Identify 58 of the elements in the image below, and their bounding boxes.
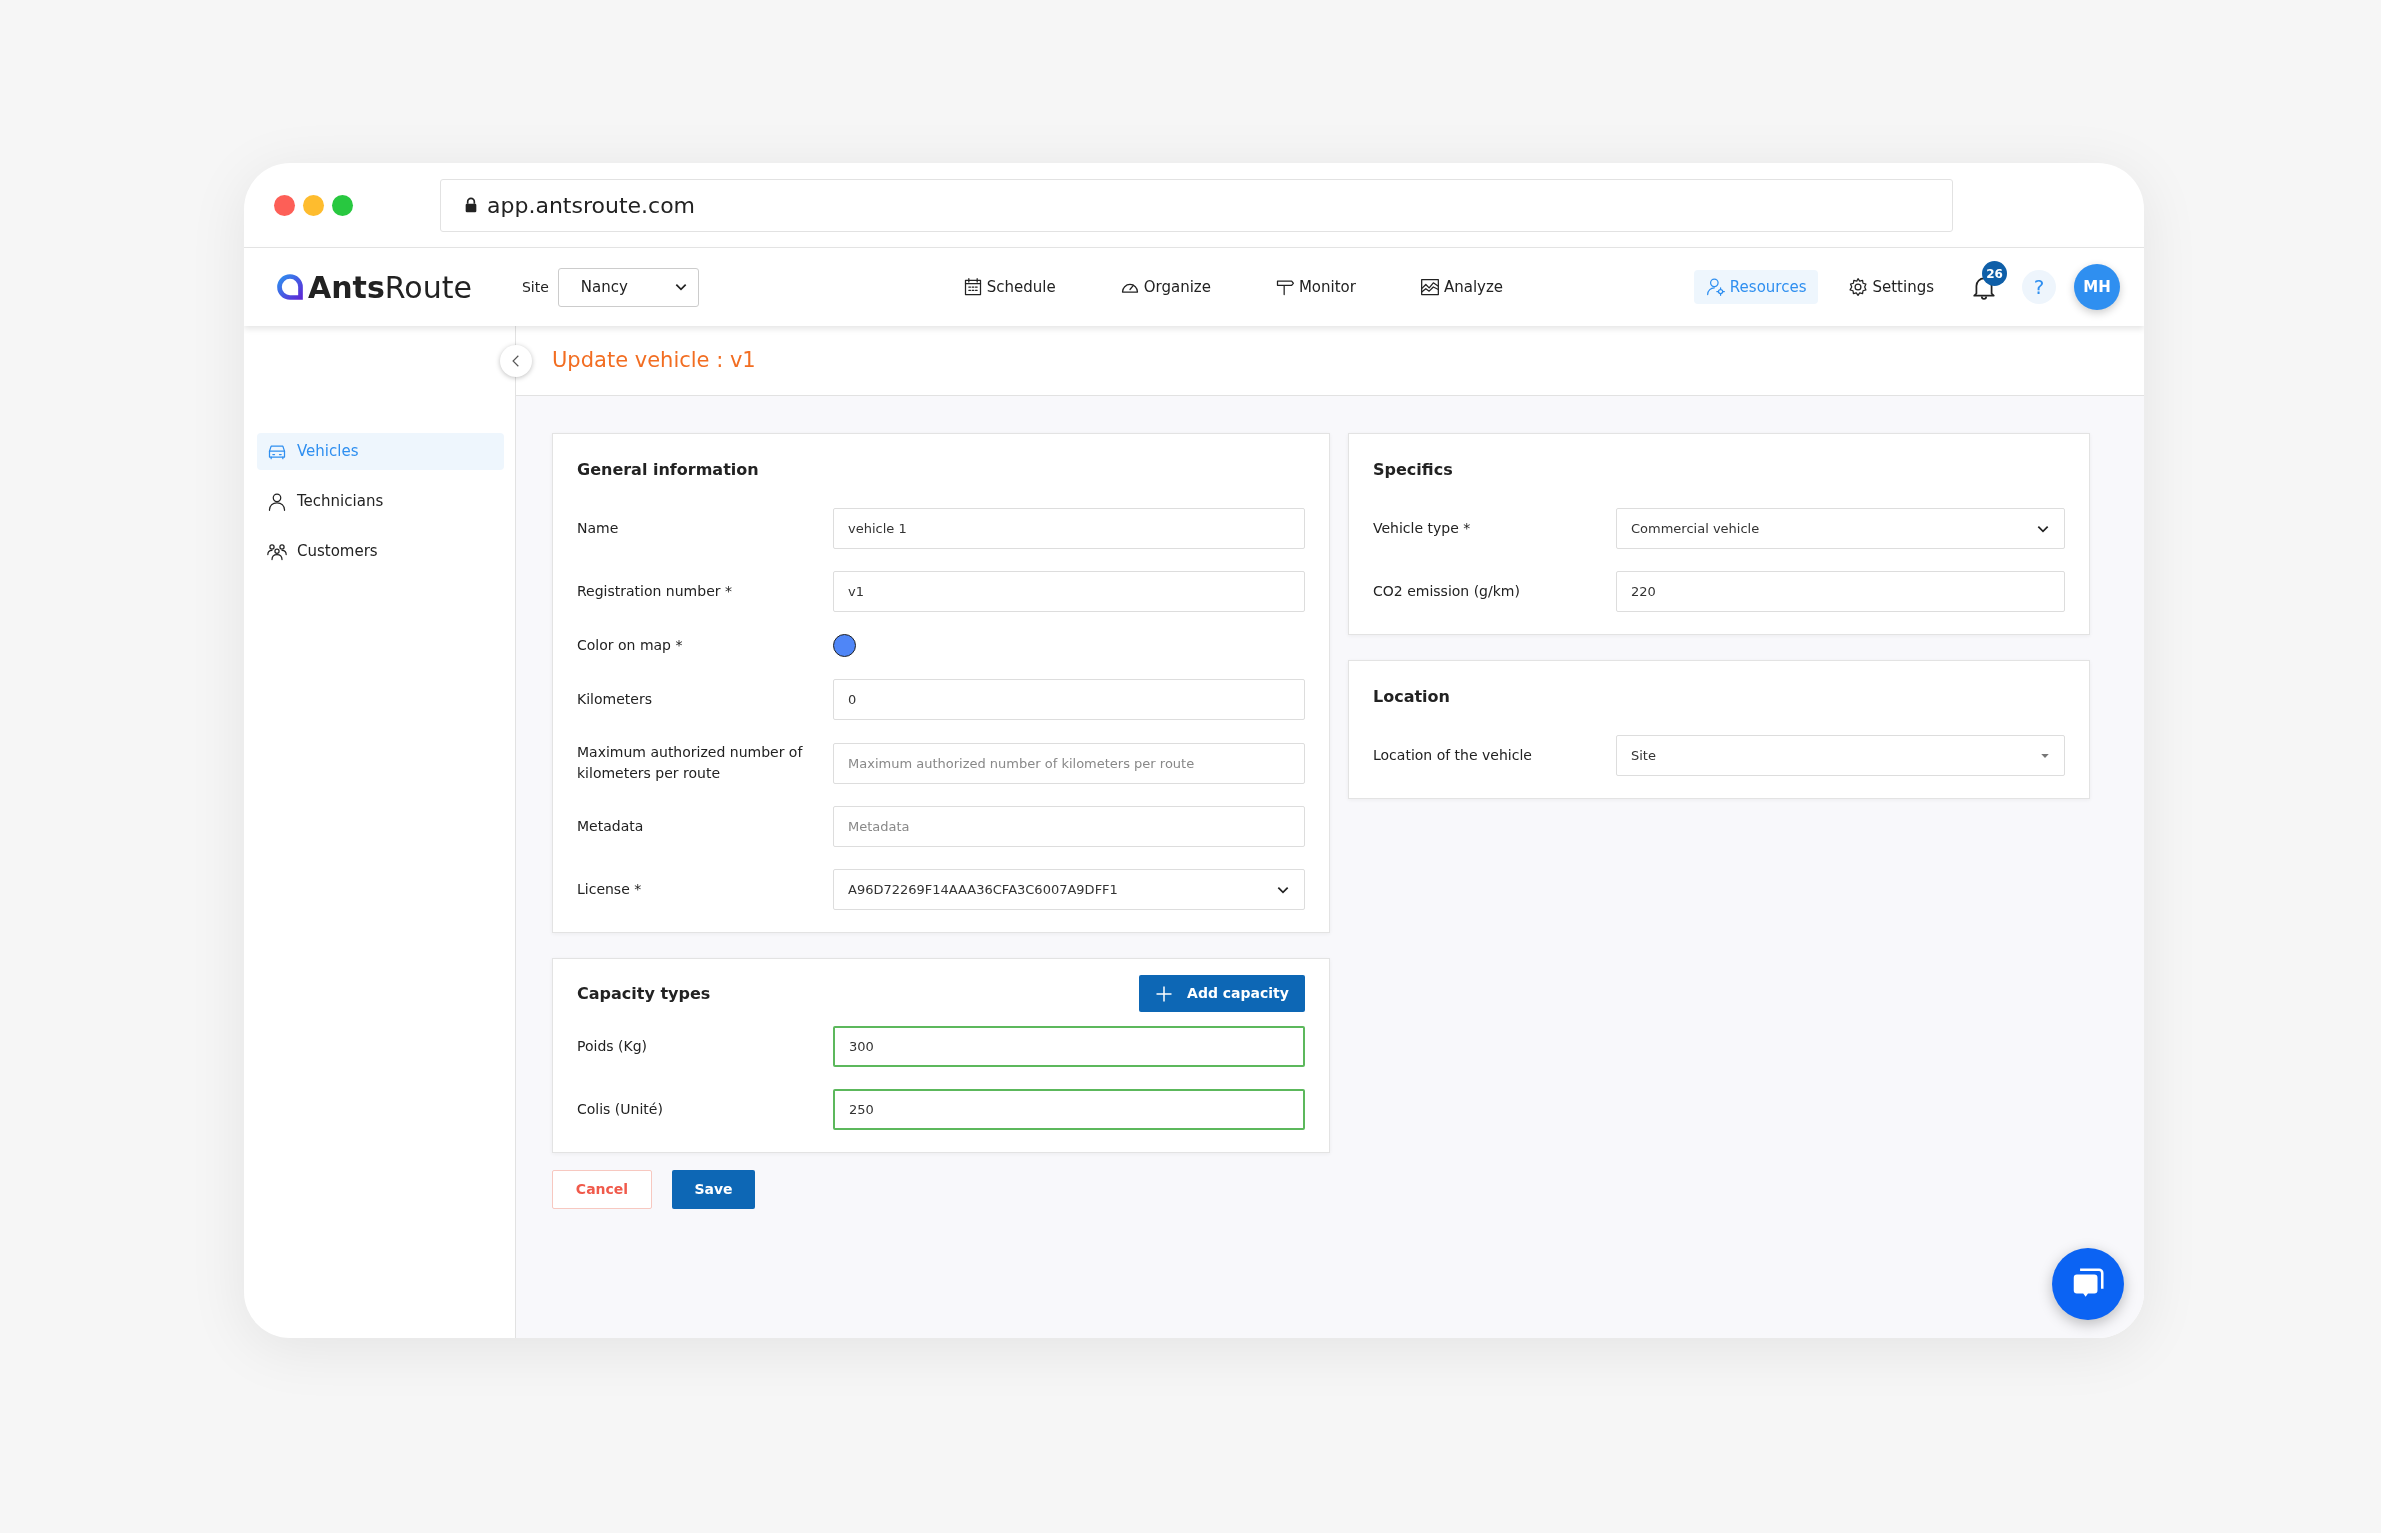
field-label: Name — [577, 519, 620, 538]
select-field[interactable]: Commercial vehicle — [1616, 508, 2065, 549]
page-title: Update vehicle : v1 — [552, 346, 756, 374]
nav-tab[interactable]: Settings — [1836, 269, 1946, 305]
chart-icon — [1419, 277, 1440, 297]
field-label: Location of the vehicle — [1373, 746, 1533, 765]
site-select[interactable]: Nancy — [557, 267, 699, 307]
input-field[interactable]: v1 — [833, 571, 1305, 612]
input-field[interactable]: Maximum authorized number of kilometers per route — [833, 742, 1305, 784]
select-field[interactable]: Site — [1616, 735, 2065, 776]
field-label: License * — [577, 880, 643, 899]
lock-icon — [463, 196, 479, 214]
select-field[interactable]: A96D72269F14AAA36CFA3C6007A9DFF1 — [833, 869, 1305, 910]
field-label: Vehicle type * — [1373, 519, 1472, 538]
nav-tab[interactable]: Organize — [1107, 269, 1223, 305]
input-field[interactable]: 300 — [833, 1026, 1305, 1067]
add-capacity-button[interactable]: Add capacity — [1139, 975, 1305, 1012]
nav-tab[interactable]: Analyze — [1407, 269, 1516, 305]
input-field[interactable]: vehicle 1 — [833, 508, 1305, 549]
url-text: app.antsroute.com — [487, 191, 696, 220]
input-field[interactable]: Metadata — [833, 806, 1305, 847]
input-field[interactable]: 0 — [833, 679, 1305, 720]
section-title: Capacity types — [577, 982, 711, 1005]
close-window-button[interactable] — [274, 194, 295, 216]
section-title: General information — [577, 459, 760, 481]
field-label: Poids (Kg) — [577, 1037, 649, 1056]
section-title: Specifics — [1373, 459, 1454, 481]
collapse-button[interactable] — [500, 345, 532, 377]
field-label: Maximum authorized number of kilometers per route — [577, 743, 804, 783]
person-icon — [267, 491, 287, 512]
input-field[interactable]: 250 — [833, 1089, 1305, 1130]
maximize-window-button[interactable] — [332, 194, 353, 216]
address-bar[interactable]: app.antsroute.com — [440, 178, 1953, 232]
save-button[interactable]: Save — [672, 1170, 755, 1209]
field-label: Color on map * — [577, 636, 684, 655]
field-label: Metadata — [577, 817, 645, 836]
notification-count: 26 — [1982, 261, 2007, 286]
field-label: CO2 emission (g/km) — [1373, 582, 1521, 601]
input-field[interactable]: 220 — [1616, 571, 2065, 612]
logo-icon — [276, 273, 304, 301]
person-gear-icon — [1705, 277, 1726, 297]
people-icon — [267, 541, 287, 562]
plus-icon — [1155, 984, 1174, 1003]
calendar-icon — [962, 277, 983, 297]
chat-button[interactable] — [2052, 1248, 2124, 1320]
minimize-window-button[interactable] — [303, 194, 324, 216]
section-title: Location — [1373, 686, 1451, 708]
field-label: Registration number * — [577, 582, 733, 601]
settings-icon — [1848, 277, 1869, 297]
nav-tab[interactable]: Monitor — [1262, 269, 1368, 305]
logo-text: AntsRoute — [308, 268, 472, 307]
sidebar-item[interactable]: Technicians — [257, 483, 504, 520]
color-swatch[interactable] — [833, 634, 856, 657]
sidebar-item[interactable]: Customers — [257, 533, 504, 570]
field-label: Kilometers — [577, 690, 653, 709]
field-label: Colis (Unité) — [577, 1100, 664, 1119]
nav-tab[interactable]: Schedule — [950, 269, 1068, 305]
site-label: Site — [521, 277, 549, 297]
